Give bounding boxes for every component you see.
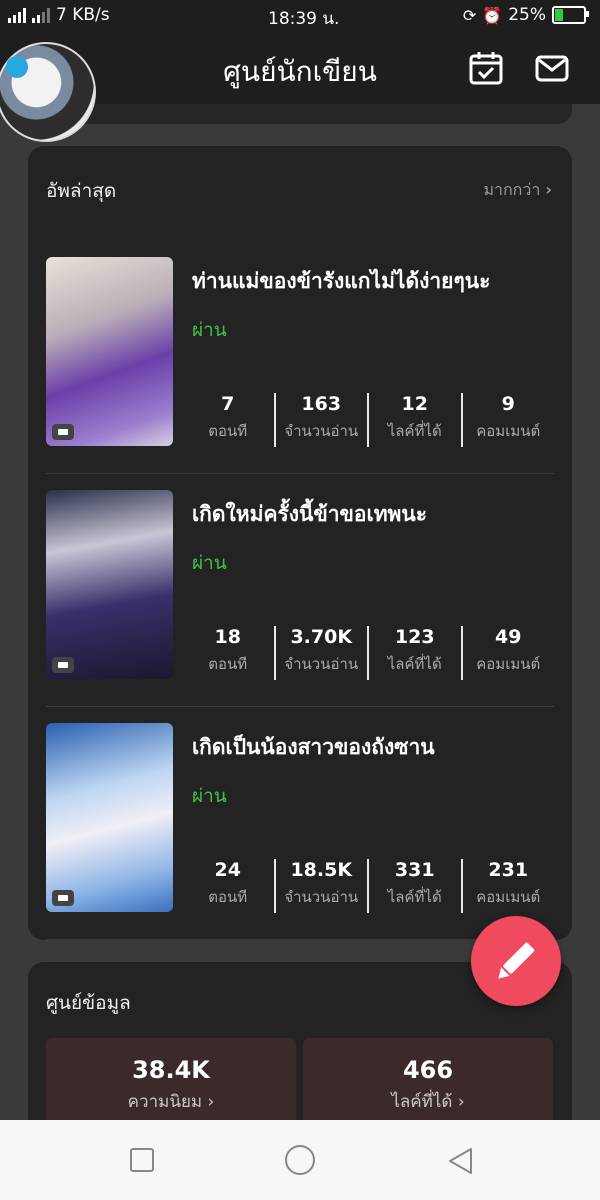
book-cover-image[interactable] [46, 257, 173, 446]
chevron-right-icon: › [207, 1092, 215, 1112]
mail-icon[interactable] [534, 50, 570, 86]
likes-tile[interactable]: 466 ไลค์ที่ได้ › [303, 1038, 553, 1128]
stat-value: 331 [394, 859, 435, 881]
stat-value: 3.70K [290, 626, 353, 648]
comment-badge-icon [52, 424, 74, 440]
more-label: มากกว่า [483, 180, 541, 199]
stat-value: 18 [214, 626, 241, 648]
stat-label: จำนวนอ่าน [284, 655, 359, 673]
stat-value: 163 [301, 393, 342, 415]
likes-value: 466 [402, 1056, 454, 1084]
avatar-badge-icon [6, 56, 28, 78]
stat-likes: 12 ไลค์ที่ได้ [367, 393, 461, 447]
tile-label-text: ไลค์ที่ได้ [391, 1092, 453, 1112]
stat-label: จำนวนอ่าน [284, 422, 359, 440]
stat-comments: 9 คอมเมนต์ [460, 393, 555, 447]
book-title[interactable]: เกิดเป็นน้องสาวของถังซาน [192, 731, 435, 764]
book-title[interactable]: เกิดใหม่ครั้งนี้ข้าขอเทพนะ [192, 498, 427, 531]
status-bar: 7 KB/s 18:39 น. ⟳ ⏰ 25% [0, 0, 600, 32]
stat-comments: 231 คอมเมนต์ [460, 859, 555, 913]
battery-percent: 25% [508, 5, 546, 25]
book-title[interactable]: ท่านแม่ของข้ารังแกไม่ได้ง่ายๆนะ [192, 265, 490, 298]
top-card-remnant [28, 104, 572, 124]
section-heading-latest: อัพล่าสุด [46, 180, 117, 202]
stat-episodes: 7 ตอนที [182, 393, 274, 447]
book-item[interactable]: ท่านแม่ของข้ารังแกไม่ได้ง่ายๆนะ ผ่าน 7 ตอ… [46, 257, 554, 474]
stat-value: 7 [221, 393, 235, 415]
status-left: 7 KB/s [8, 5, 110, 25]
stat-likes: 331 ไลค์ที่ได้ [367, 859, 461, 913]
comment-badge-icon [52, 890, 74, 906]
stat-label: คอมเมนต์ [476, 655, 541, 673]
popularity-label: ความนิยม › [46, 1088, 296, 1115]
write-fab-button[interactable] [471, 916, 561, 1006]
stat-episodes: 24 ตอนที [182, 859, 274, 913]
latest-updates-card: อัพล่าสุด มากกว่า › ท่านแม่ของข้ารังแกไม… [28, 146, 572, 940]
pencil-icon [498, 942, 535, 979]
stat-value: 231 [488, 859, 529, 881]
stat-episodes: 18 ตอนที [182, 626, 274, 680]
stat-label: ไลค์ที่ได้ [387, 422, 442, 440]
book-status: ผ่าน [192, 552, 227, 574]
home-circle-icon[interactable] [284, 1144, 316, 1176]
battery-fill [555, 9, 563, 21]
status-right: ⟳ ⏰ 25% [462, 5, 589, 25]
stat-label: ตอนที [208, 888, 248, 906]
back-triangle-icon[interactable] [446, 1146, 474, 1176]
popularity-value: 38.4K [132, 1056, 210, 1084]
stat-reads: 3.70K จำนวนอ่าน [273, 626, 368, 680]
likes-label: ไลค์ที่ได้ › [303, 1088, 553, 1115]
book-item[interactable]: เกิดใหม่ครั้งนี้ข้าขอเทพนะ ผ่าน 18 ตอนที … [46, 490, 554, 707]
lock-rotation-icon: ⟳ [462, 5, 477, 25]
battery-icon [552, 6, 589, 24]
book-stats: 7 ตอนที 163 จำนวนอ่าน 12 ไลค์ที่ได้ 9 คอมเมน… [182, 393, 554, 447]
stat-label: ไลค์ที่ได้ [387, 888, 442, 906]
comment-badge-icon [52, 657, 74, 673]
stat-likes: 123 ไลค์ที่ได้ [367, 626, 461, 680]
stat-value: 123 [394, 626, 435, 648]
more-link[interactable]: มากกว่า › [483, 178, 552, 203]
chevron-right-icon: › [545, 180, 552, 199]
stat-label: จำนวนอ่าน [284, 888, 359, 906]
stat-value: 12 [401, 393, 428, 415]
section-heading-info: ศูนย์ข้อมูล [46, 992, 131, 1014]
tile-label-text: ความนิยม [127, 1092, 203, 1112]
book-status: ผ่าน [192, 785, 227, 807]
stat-value: 49 [495, 626, 522, 648]
network-speed: 7 KB/s [56, 5, 110, 25]
stat-label: ตอนที [208, 655, 248, 673]
popularity-tile[interactable]: 38.4K ความนิยม › [46, 1038, 296, 1128]
stat-reads: 163 จำนวนอ่าน [273, 393, 368, 447]
recents-square-icon[interactable] [128, 1146, 156, 1174]
book-item[interactable]: เกิดเป็นน้องสาวของถังซาน ผ่าน 24 ตอนที 18… [46, 723, 554, 940]
book-status: ผ่าน [192, 319, 227, 341]
stat-label: คอมเมนต์ [476, 422, 541, 440]
system-nav-bar [0, 1120, 600, 1200]
signal-icon [8, 7, 26, 23]
signal-icon-2 [32, 7, 50, 23]
stat-label: ไลค์ที่ได้ [387, 655, 442, 673]
stat-comments: 49 คอมเมนต์ [460, 626, 555, 680]
book-stats: 24 ตอนที 18.5K จำนวนอ่าน 331 ไลค์ที่ได้ 231… [182, 859, 554, 913]
stat-label: ตอนที [208, 422, 248, 440]
calendar-check-icon[interactable] [468, 50, 504, 86]
stat-label: คอมเมนต์ [476, 888, 541, 906]
book-cover-image[interactable] [46, 490, 173, 679]
stat-value: 24 [214, 859, 241, 881]
alarm-icon: ⏰ [482, 5, 503, 25]
book-stats: 18 ตอนที 3.70K จำนวนอ่าน 123 ไลค์ที่ได้ 49 ค… [182, 626, 554, 680]
clock: 18:39 น. [268, 9, 340, 29]
stat-value: 9 [501, 393, 515, 415]
stat-reads: 18.5K จำนวนอ่าน [273, 859, 368, 913]
stat-value: 18.5K [290, 859, 353, 881]
book-cover-image[interactable] [46, 723, 173, 912]
chevron-right-icon: › [457, 1092, 465, 1112]
